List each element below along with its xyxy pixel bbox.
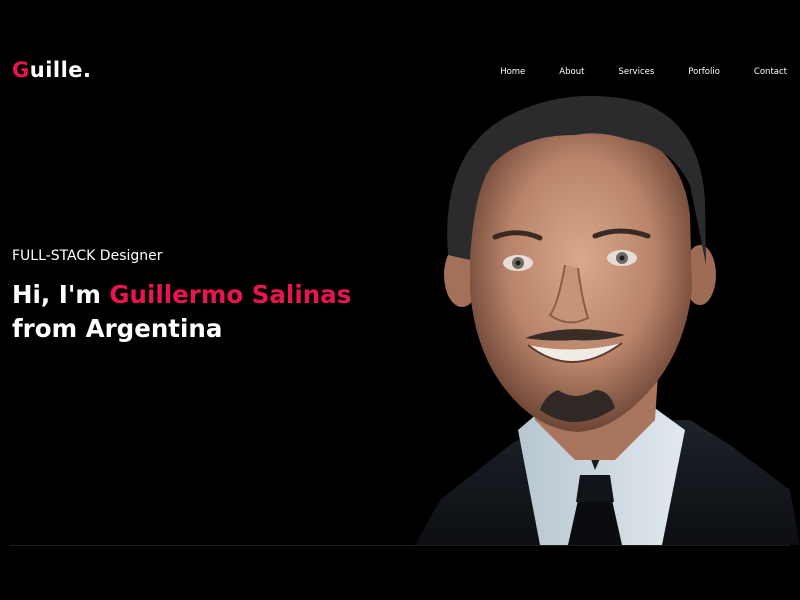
nav-portfolio[interactable]: Porfolio <box>688 67 720 77</box>
hero-name: Guillermo Salinas <box>109 280 352 309</box>
hero-eyebrow: FULL-STACK Designer <box>12 248 163 264</box>
nav-about[interactable]: About <box>559 67 584 77</box>
nav-home[interactable]: Home <box>500 67 525 77</box>
profile-photo <box>400 90 800 545</box>
nav-contact[interactable]: Contact <box>754 67 787 77</box>
page: Guille. Home About Services Porfolio Con… <box>0 0 800 600</box>
hero-greeting: Hi, I'm <box>12 280 110 309</box>
nav-services[interactable]: Services <box>618 67 654 77</box>
hero-origin: from Argentina <box>12 314 223 343</box>
logo-initial: G <box>12 58 30 82</box>
hero-headline: Hi, I'm Guillermo Salinas from Argentina <box>12 278 351 346</box>
main-nav: Home About Services Porfolio Contact <box>500 67 787 77</box>
logo-text: uille. <box>29 58 92 82</box>
logo[interactable]: Guille. <box>12 58 92 82</box>
section-divider <box>10 545 790 546</box>
